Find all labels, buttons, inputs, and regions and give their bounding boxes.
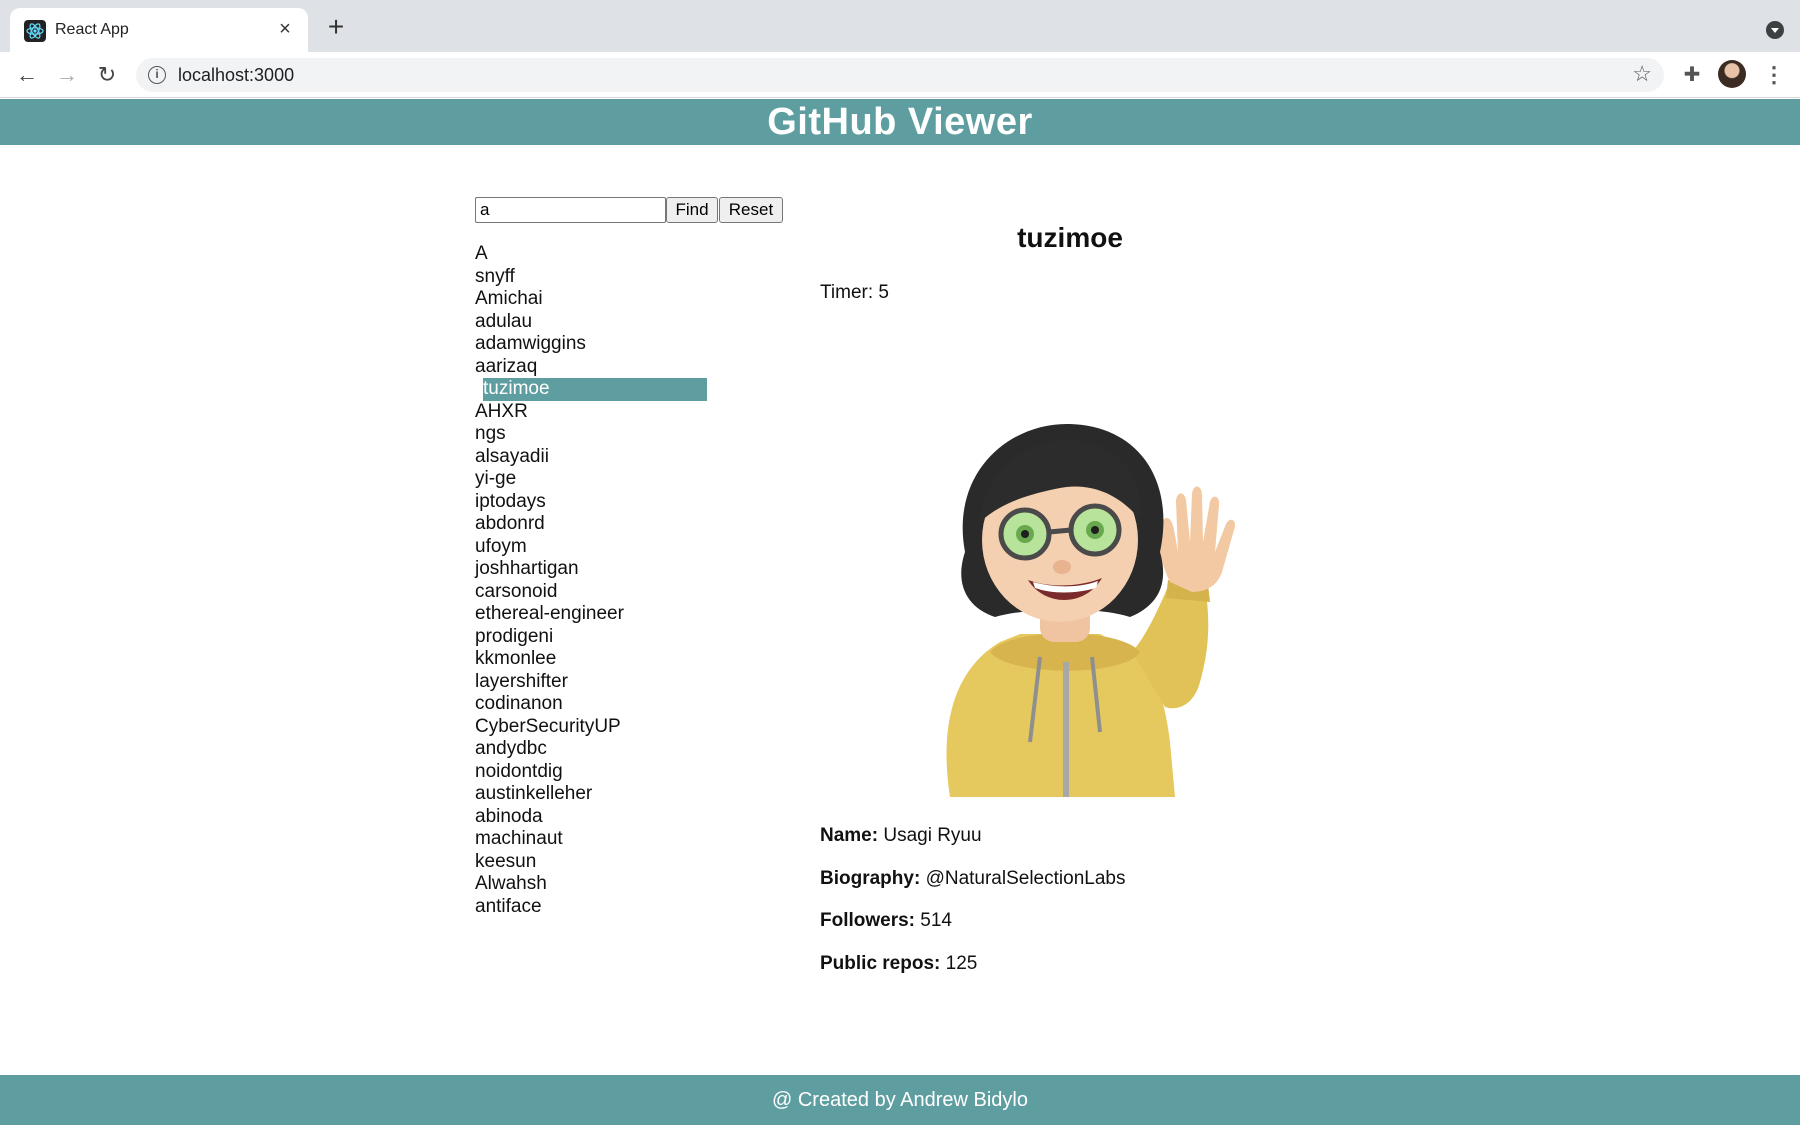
user-list-item[interactable]: tuzimoe <box>483 378 707 401</box>
user-list-item[interactable]: keesun <box>475 851 735 874</box>
user-list-item[interactable]: layershifter <box>475 671 735 694</box>
profile-name-row: Name: Usagi Ryuu <box>820 825 1420 868</box>
reload-icon[interactable]: ↻ <box>92 60 122 90</box>
profile-info: Name: Usagi Ryuu Biography: @NaturalSele… <box>820 825 1420 995</box>
address-bar[interactable]: i localhost:3000 ☆ <box>136 58 1664 92</box>
user-profile: tuzimoe Timer: 5 Name: Usagi Ryuu Biogra… <box>820 222 1320 974</box>
browser-menu-icon[interactable]: ⋮ <box>1760 61 1788 89</box>
name-label: Name: <box>820 825 879 846</box>
followers-label: Followers: <box>820 910 916 931</box>
memoji-avatar-icon <box>946 423 1236 797</box>
browser-toolbar: ← → ↻ i localhost:3000 ☆ ✚ ⋮ <box>0 52 1800 98</box>
user-list: Asnyff Amichai adulau adamwiggins aarizaq tuz… <box>475 243 735 918</box>
app-header: GitHub Viewer <box>0 99 1800 145</box>
reset-button[interactable]: Reset <box>719 197 783 223</box>
user-list-item[interactable]: CyberSecurityUP <box>475 716 735 739</box>
close-icon[interactable]: × <box>274 18 296 40</box>
user-list-item[interactable]: abinoda <box>475 806 735 829</box>
user-list-item[interactable]: codinanon <box>475 693 735 716</box>
find-button[interactable]: Find <box>666 197 718 223</box>
profile-bio-row: Biography: @NaturalSelectionLabs <box>820 868 1420 911</box>
user-list-item[interactable]: andydbc <box>475 738 735 761</box>
user-list-item[interactable]: adamwiggins <box>475 333 735 356</box>
user-list-item[interactable]: joshhartigan <box>475 558 735 581</box>
name-value: Usagi Ryuu <box>883 825 982 846</box>
user-list-item[interactable]: noidontdig <box>475 761 735 784</box>
search-input[interactable] <box>475 197 666 223</box>
user-list-item[interactable]: kkmonlee <box>475 648 735 671</box>
bookmark-star-icon[interactable]: ☆ <box>1632 61 1652 87</box>
user-list-item[interactable]: austinkelleher <box>475 783 735 806</box>
user-list-item[interactable]: ufoym <box>475 536 735 559</box>
react-icon <box>24 20 46 42</box>
user-list-item[interactable]: aarizaq <box>475 356 735 379</box>
profile-followers-row: Followers: 514 <box>820 910 1420 953</box>
user-list-item[interactable]: adulau <box>475 311 735 334</box>
tab-title: React App <box>55 21 129 38</box>
user-list-item[interactable]: Alwahsh <box>475 873 735 896</box>
forward-icon[interactable]: → <box>52 60 82 90</box>
profile-avatar-icon[interactable] <box>1718 60 1746 88</box>
footer-text: @ Created by Andrew Bidylo <box>772 1089 1028 1111</box>
user-list-item[interactable]: ethereal-engineer <box>475 603 735 626</box>
user-list-item[interactable]: A <box>475 243 735 266</box>
extensions-icon[interactable]: ✚ <box>1678 61 1706 89</box>
user-list-item[interactable]: Amichai <box>475 288 735 311</box>
browser-tabstrip: React App × + <box>0 0 1800 52</box>
page-title: GitHub Viewer <box>767 101 1033 143</box>
timer: Timer: 5 <box>820 282 889 303</box>
user-list-item[interactable]: AHXR <box>475 401 735 424</box>
profile-login: tuzimoe <box>1017 222 1123 253</box>
user-list-item[interactable]: snyff <box>475 266 735 289</box>
bio-label: Biography: <box>820 867 921 889</box>
user-list-item[interactable]: ngs <box>475 423 735 446</box>
bio-value: @NaturalSelectionLabs <box>925 867 1126 889</box>
user-list-item[interactable]: yi-ge <box>475 468 735 491</box>
repos-label: Public repos: <box>820 952 941 974</box>
url-text[interactable]: localhost:3000 <box>178 65 294 86</box>
user-list-item[interactable]: prodigeni <box>475 626 735 649</box>
app-footer: @ Created by Andrew Bidylo <box>0 1075 1800 1125</box>
back-icon[interactable]: ← <box>12 60 42 90</box>
user-list-item[interactable]: carsonoid <box>475 581 735 604</box>
user-list-item[interactable]: abdonrd <box>475 513 735 536</box>
info-icon[interactable]: i <box>148 66 166 84</box>
user-list-item[interactable]: alsayadii <box>475 446 735 469</box>
user-list-item[interactable]: machinaut <box>475 828 735 851</box>
repos-value: 125 <box>945 952 978 974</box>
profile-repos-row: Public repos: 125 <box>820 953 1420 996</box>
avatar <box>870 402 1270 797</box>
followers-value: 514 <box>920 910 952 931</box>
user-list-item[interactable]: antiface <box>475 896 735 919</box>
tab-search-icon[interactable] <box>1766 21 1784 39</box>
new-tab-icon[interactable]: + <box>322 13 350 42</box>
browser-tab[interactable]: React App × <box>10 8 308 52</box>
user-list-item[interactable]: iptodays <box>475 491 735 514</box>
